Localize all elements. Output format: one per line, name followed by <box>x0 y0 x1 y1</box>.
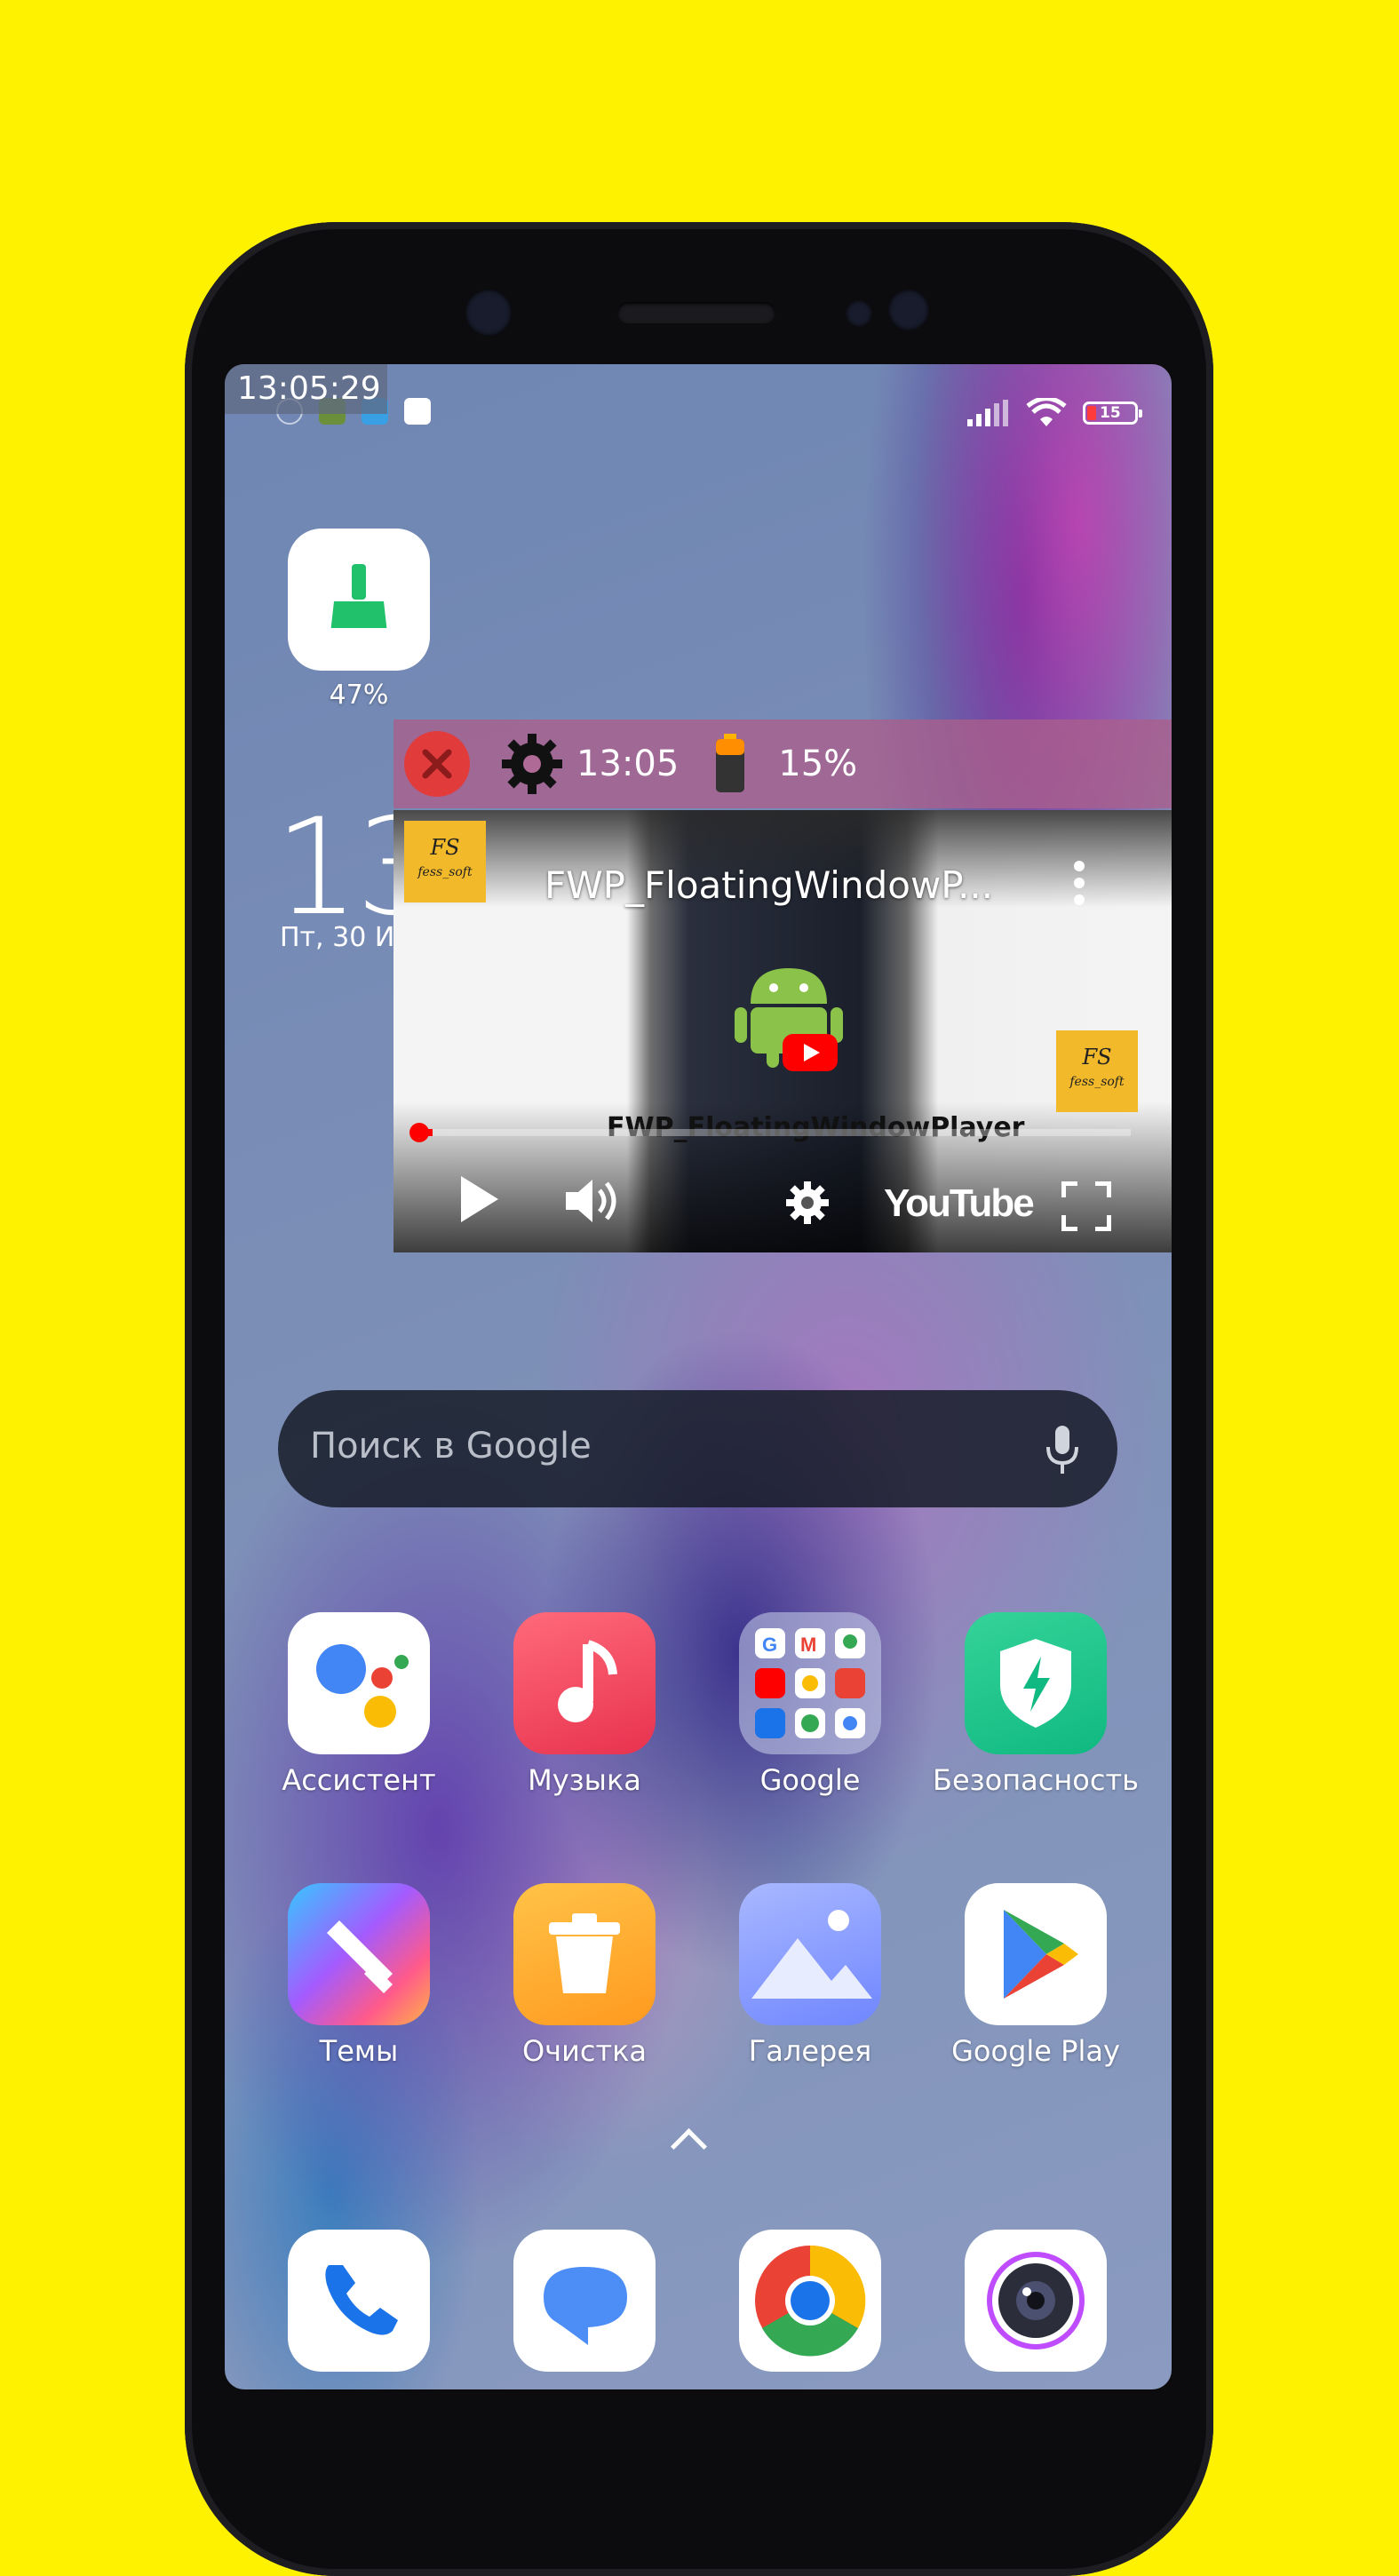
volume-icon[interactable] <box>564 1176 623 1226</box>
floating-window-toolbar[interactable]: 13:05 15% <box>393 720 1172 808</box>
app-google-play[interactable]: Google Play <box>951 1883 1120 2068</box>
front-camera <box>465 290 512 336</box>
app-label: Google Play <box>951 2034 1120 2068</box>
cleaner-percent: 47% <box>329 680 389 711</box>
cleaner-widget[interactable]: 47% <box>288 529 430 711</box>
gear-icon[interactable] <box>500 732 564 796</box>
app-themes[interactable]: Темы <box>288 1883 430 2068</box>
app-label: Темы <box>319 2034 399 2068</box>
camera-icon <box>965 2230 1107 2372</box>
app-google-folder[interactable]: G M Google <box>739 1612 881 1797</box>
channel-avatar[interactable]: FS fess_soft <box>404 821 486 902</box>
app-label: Музыка <box>528 1763 641 1797</box>
gallery-icon <box>739 1883 881 2025</box>
sensor <box>846 300 872 327</box>
dock-camera[interactable] <box>965 2230 1107 2372</box>
battery-level: 15 <box>1100 404 1121 422</box>
earpiece-speaker <box>617 302 775 323</box>
music-icon <box>513 1612 656 1754</box>
youtube-logo[interactable]: YouTube <box>884 1181 1035 1226</box>
svg-text:M: M <box>800 1634 816 1656</box>
close-button[interactable] <box>404 731 470 797</box>
home-clock-date: Пт, 30 Ин <box>280 922 412 953</box>
youtube-play-icon[interactable] <box>783 1034 838 1071</box>
clock-overlay: 13:05:29 <box>225 364 387 414</box>
microphone-icon[interactable] <box>1045 1424 1080 1475</box>
shield-icon <box>965 1612 1107 1754</box>
floating-window-time: 13:05 <box>576 743 680 784</box>
battery-icon <box>716 734 745 792</box>
google-folder-icon: G M <box>739 1612 881 1754</box>
chrome-icon <box>739 2230 881 2372</box>
phone-icon <box>288 2230 430 2372</box>
app-drawer-chevron-icon[interactable] <box>670 2127 708 2166</box>
google-search-bar[interactable]: Поиск в Google <box>278 1390 1117 1507</box>
video-caption: FWP_FloatingWindowPlayer <box>607 1112 1025 1143</box>
trash-icon <box>513 1883 656 2025</box>
sensor-2 <box>888 290 929 330</box>
phone-screen: 13:05:29 15 47% 13: Пт, 30 Ин 13:05 15% … <box>225 364 1172 2389</box>
floating-window-battery: 15% <box>778 743 858 784</box>
app-label: Безопасность <box>933 1763 1139 1797</box>
video-player[interactable]: FS fess_soft FWP_FloatingWindowP... FS f… <box>393 810 1172 1252</box>
play-store-notification-icon <box>404 398 431 425</box>
messages-icon <box>513 2230 656 2372</box>
progress-track[interactable] <box>418 1129 1131 1136</box>
status-icons: 15 <box>967 398 1142 428</box>
app-label: Ассистент <box>282 1763 436 1797</box>
progress-handle[interactable] <box>409 1123 429 1142</box>
watermark-logo-bottom: fess_soft <box>1069 1075 1125 1089</box>
google-play-icon <box>965 1883 1107 2025</box>
themes-icon <box>288 1883 430 2025</box>
signal-icon <box>967 400 1008 426</box>
broom-icon <box>288 529 430 671</box>
app-gallery[interactable]: Галерея <box>739 1883 881 2068</box>
play-icon[interactable] <box>457 1174 502 1224</box>
more-options-icon[interactable] <box>1073 860 1085 906</box>
app-label: Очистка <box>521 2034 648 2068</box>
battery-indicator: 15 <box>1083 402 1142 425</box>
settings-icon[interactable] <box>784 1180 831 1226</box>
dock-messages[interactable] <box>513 2230 656 2372</box>
app-assistant[interactable]: Ассистент <box>282 1612 436 1797</box>
dock-phone[interactable] <box>288 2230 430 2372</box>
channel-logo-top: FS <box>430 835 460 860</box>
floating-window[interactable]: 13:05 15% FS fess_soft FWP_FloatingWindo… <box>393 720 1172 1252</box>
app-label: Галерея <box>748 2034 872 2068</box>
app-label: Google <box>759 1763 861 1797</box>
dock-chrome[interactable] <box>739 2230 881 2372</box>
search-placeholder: Поиск в Google <box>310 1426 592 1467</box>
fullscreen-icon[interactable] <box>1061 1181 1111 1231</box>
channel-logo-bottom: fess_soft <box>417 865 473 879</box>
close-icon <box>422 749 452 779</box>
assistant-icon <box>288 1612 430 1754</box>
watermark-logo: FS fess_soft <box>1056 1030 1138 1112</box>
wifi-icon <box>1026 398 1067 426</box>
video-title[interactable]: FWP_FloatingWindowP... <box>544 863 993 907</box>
app-music[interactable]: Музыка <box>513 1612 656 1797</box>
app-security[interactable]: Безопасность <box>933 1612 1139 1797</box>
svg-text:G: G <box>762 1634 777 1656</box>
app-cleanup[interactable]: Очистка <box>513 1883 656 2068</box>
watermark-logo-top: FS <box>1082 1045 1112 1069</box>
